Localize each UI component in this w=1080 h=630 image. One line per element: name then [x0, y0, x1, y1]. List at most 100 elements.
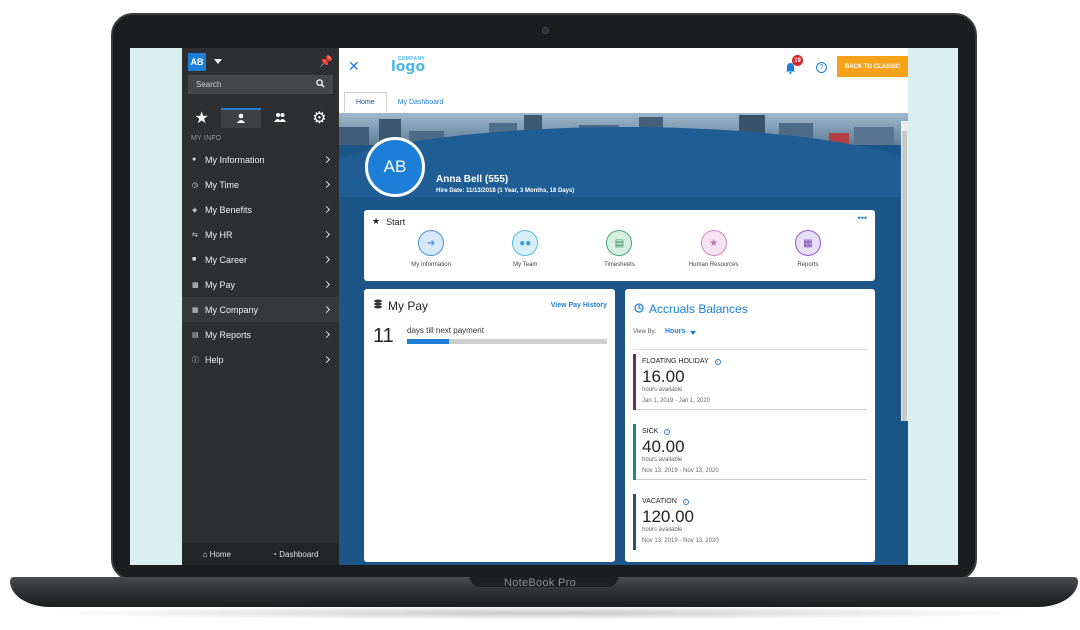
accrual-color-bar	[633, 494, 636, 550]
sidebar-item-my-reports[interactable]: ▤ My Reports	[182, 322, 339, 347]
sidebar-item-my-pay[interactable]: ▩ My Pay	[182, 272, 339, 297]
sidebar-item-label: My Benefits	[205, 204, 253, 215]
tab-my-dashboard[interactable]: My Dashboard	[387, 92, 455, 113]
pin-icon[interactable]: 📌	[319, 55, 333, 68]
close-icon[interactable]: ✕	[348, 58, 360, 75]
help-icon[interactable]: ?	[816, 62, 827, 73]
timesheet-icon: ▤	[606, 230, 633, 256]
camera-dot	[542, 27, 549, 34]
scroll-thumb[interactable]	[902, 131, 907, 421]
star-icon: ★	[372, 216, 381, 226]
tab-team[interactable]	[261, 108, 300, 128]
back-to-classic-button[interactable]: BACK TO CLASSIC	[837, 56, 908, 77]
dashboard-content: AB Anna Bell (555) Hire Date: 11/13/2018…	[339, 113, 908, 565]
accrual-unit: hours available	[642, 387, 683, 393]
accrual-value: 16.00	[642, 367, 685, 386]
chevron-right-icon	[322, 305, 331, 314]
chevron-right-icon	[322, 230, 331, 239]
tile-human-resources[interactable]: ★ Human Resources	[674, 230, 754, 268]
laptop-brand: NoteBook Pro	[503, 577, 577, 589]
footer-dashboard-link[interactable]: ◔ Dashboard	[272, 550, 318, 559]
sidebar-item-label: My Company	[205, 304, 259, 315]
accrual-value: 40.00	[642, 437, 685, 456]
my-pay-title-text: My Pay	[388, 299, 429, 313]
start-title-text: Start	[386, 216, 406, 227]
tab-home[interactable]: Home	[344, 92, 387, 113]
scrollbar[interactable]	[901, 121, 908, 421]
accrual-range: Jan 1, 2019 - Jan 1, 2020	[642, 398, 711, 404]
sidebar-item-my-career[interactable]: ■ My Career	[182, 247, 339, 272]
profile-hire-date: Hire Date: 11/13/2018 (1 Year, 3 Months,…	[436, 188, 575, 194]
search-icon[interactable]	[316, 79, 325, 90]
sidebar-item-my-information[interactable]: ● My Information	[182, 147, 339, 172]
report-chart-icon: ▦	[794, 230, 821, 256]
user-menu-caret-icon[interactable]	[214, 59, 222, 64]
accrual-name: SICK i	[642, 428, 671, 435]
money-icon: ▩	[192, 281, 199, 289]
sidebar-item-label: Help	[205, 354, 224, 365]
tab-favorites[interactable]: ★	[182, 108, 221, 128]
chevron-down-icon[interactable]	[690, 331, 696, 335]
chevron-right-icon	[322, 155, 331, 164]
sidebar-footer: ⌂ Home ◔ Dashboard	[182, 543, 339, 565]
accrual-unit: hours available	[642, 457, 683, 463]
coins-icon	[373, 299, 383, 313]
accrual-name-text: VACATION	[642, 498, 677, 505]
help-icon: ⓘ	[192, 356, 199, 364]
start-card-title: ★ Start	[372, 216, 405, 227]
search-input[interactable]: Search	[188, 75, 333, 94]
team-icon	[274, 109, 287, 127]
sidebar-item-help[interactable]: ⓘ Help	[182, 347, 339, 372]
sidebar-item-label: My Information	[205, 154, 265, 165]
days-count: 11	[373, 325, 394, 347]
sidebar-item-label: My HR	[205, 229, 233, 240]
view-by-label: View By:	[633, 329, 657, 335]
user-avatar[interactable]: AB	[188, 52, 206, 71]
sidebar-item-label: My Pay	[205, 279, 236, 290]
my-pay-card: My Pay View Pay History 11 days till nex…	[364, 289, 615, 562]
clock-icon: ◷	[192, 181, 199, 189]
info-icon[interactable]: i	[714, 358, 721, 365]
sidebar-item-my-company[interactable]: ▦ My Company	[182, 297, 339, 322]
briefcase-icon: ■	[192, 256, 197, 263]
main-panel: ✕ COMPANY logo 19 ? BACK TO CLASSIC Home…	[339, 48, 908, 565]
tile-my-information[interactable]: ➜ My Information	[391, 230, 471, 268]
info-icon[interactable]: i	[682, 498, 689, 505]
footer-dashboard-label: Dashboard	[279, 549, 319, 559]
search-placeholder: Search	[196, 80, 222, 89]
info-icon[interactable]: i	[664, 428, 671, 435]
accrual-range: Nov 13, 2019 - Nov 13, 2020	[642, 538, 719, 544]
screen: AB 📌 Search ★ ⚙ MY INFO ● My Information…	[130, 48, 958, 565]
accrual-value: 120.00	[642, 507, 694, 526]
tile-timesheets[interactable]: ▤ Timesheets	[579, 230, 659, 268]
person-icon: ●	[192, 156, 197, 163]
chevron-right-icon	[322, 205, 331, 214]
accruals-icon	[634, 302, 644, 316]
accrual-color-bar	[633, 354, 636, 410]
view-by-dropdown[interactable]: Hours	[665, 328, 685, 335]
more-options-icon[interactable]: •••	[858, 213, 867, 223]
team-icon: ●●	[512, 230, 539, 256]
chevron-right-icon	[322, 280, 331, 289]
person-arrow-icon: ➜	[418, 230, 445, 256]
sidebar-item-my-time[interactable]: ◷ My Time	[182, 172, 339, 197]
sidebar-header: AB 📌	[182, 48, 339, 75]
dashboard-icon: ◔	[272, 549, 278, 559]
tile-reports[interactable]: ▦ Reports	[768, 230, 848, 268]
accruals-title-text: Accruals Balances	[649, 302, 748, 316]
accrual-item: VACATION i 120.00 hours available Nov 13,…	[633, 490, 867, 550]
accrual-unit: hours available	[642, 527, 683, 533]
accrual-item: SICK i 40.00 hours available Nov 13, 2019…	[633, 420, 867, 480]
tile-my-team[interactable]: ●● My Team	[485, 230, 565, 268]
company-logo[interactable]: COMPANY logo	[391, 56, 425, 75]
profile-avatar[interactable]: AB	[365, 137, 425, 197]
sidebar-item-my-hr[interactable]: ⇆ My HR	[182, 222, 339, 247]
tab-my-info[interactable]	[221, 108, 261, 128]
view-pay-history-link[interactable]: View Pay History	[551, 302, 607, 309]
sidebar-item-my-benefits[interactable]: ◈ My Benefits	[182, 197, 339, 222]
building-shape	[339, 127, 369, 145]
tab-settings[interactable]: ⚙	[300, 108, 339, 128]
footer-home-link[interactable]: ⌂ Home	[203, 550, 231, 559]
accrual-name-text: SICK	[642, 428, 659, 435]
person-icon	[236, 110, 246, 128]
